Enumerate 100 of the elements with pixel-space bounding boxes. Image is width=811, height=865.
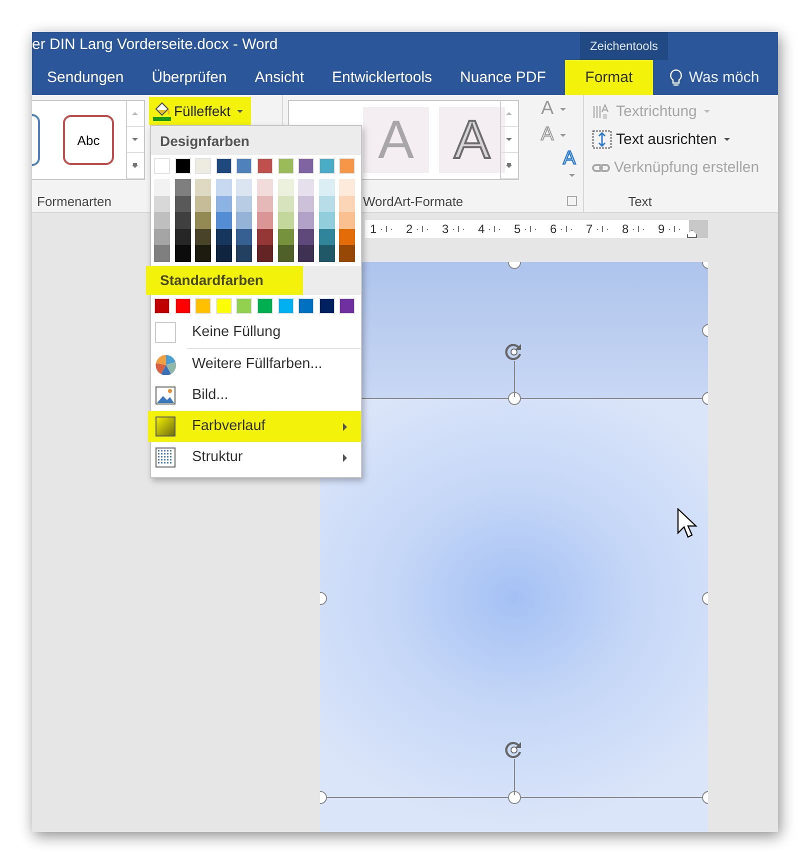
menu-item[interactable]: Keine Füllung <box>151 316 361 348</box>
color-swatch[interactable] <box>278 228 294 246</box>
rotate-handle-icon[interactable] <box>504 740 524 760</box>
color-swatch[interactable] <box>339 245 356 262</box>
color-swatch[interactable] <box>174 179 191 196</box>
color-swatch[interactable] <box>236 228 252 246</box>
color-swatch[interactable] <box>154 245 170 262</box>
color-swatch[interactable] <box>216 158 232 174</box>
rotate-handle-icon[interactable] <box>504 342 524 362</box>
color-swatch[interactable] <box>298 196 314 212</box>
color-swatch[interactable] <box>236 158 252 174</box>
color-swatch[interactable] <box>339 158 356 174</box>
ruler-number: 9 <box>658 222 665 236</box>
color-swatch[interactable] <box>318 245 335 262</box>
color-swatch[interactable] <box>339 228 356 246</box>
color-swatch[interactable] <box>236 212 252 229</box>
section-heading: Standardfarben <box>146 266 303 295</box>
ribbon-tab[interactable]: Entwicklertools <box>318 60 446 95</box>
color-swatch[interactable] <box>216 298 232 314</box>
color-swatch[interactable] <box>318 196 335 212</box>
color-swatch[interactable] <box>236 179 252 196</box>
tell-me-prompt[interactable]: Was möch <box>688 69 760 86</box>
ribbon-tab[interactable]: Überprüfen <box>138 60 241 95</box>
color-swatch[interactable] <box>339 179 356 196</box>
color-swatch[interactable] <box>318 158 335 174</box>
color-swatch[interactable] <box>154 228 170 246</box>
indent-marker-icon[interactable] <box>687 230 697 238</box>
link-icon <box>592 164 610 172</box>
color-swatch[interactable] <box>174 228 191 246</box>
window-title: er DIN Lang Vorderseite.docx - Word <box>32 36 278 52</box>
color-swatch[interactable] <box>236 245 252 262</box>
color-swatch[interactable] <box>278 196 294 212</box>
color-swatch[interactable] <box>216 179 232 196</box>
color-swatch[interactable] <box>195 179 212 196</box>
shape-fill-button[interactable]: Fülleffekt <box>149 97 251 125</box>
color-swatch[interactable] <box>339 212 356 229</box>
color-swatch[interactable] <box>278 212 294 229</box>
color-swatch[interactable] <box>298 245 314 262</box>
color-swatch[interactable] <box>318 228 335 246</box>
ruler-number: 6 <box>550 222 557 236</box>
color-swatch[interactable] <box>256 245 273 262</box>
ruler-number: 4 <box>478 222 485 236</box>
text-command-button[interactable]: Text ausrichten <box>592 127 730 152</box>
ribbon-tab[interactable]: Nuance PDF <box>446 60 560 95</box>
color-swatch[interactable] <box>278 179 294 196</box>
shape-style-sample[interactable] <box>32 114 40 166</box>
color-swatch[interactable] <box>278 298 294 314</box>
color-swatch[interactable] <box>174 158 191 174</box>
ribbon-tab[interactable]: Format <box>564 60 653 95</box>
menu-item[interactable]: Farbverlauf <box>148 410 361 442</box>
color-swatch[interactable] <box>174 245 191 262</box>
color-swatch[interactable] <box>298 298 314 314</box>
color-swatch[interactable] <box>174 212 191 229</box>
color-swatch[interactable] <box>195 212 212 229</box>
color-swatch[interactable] <box>339 298 356 314</box>
color-swatch[interactable] <box>256 158 273 174</box>
color-swatch[interactable] <box>195 245 212 262</box>
color-swatch[interactable] <box>298 212 314 229</box>
menu-item[interactable]: Struktur <box>151 442 361 473</box>
color-swatch[interactable] <box>174 196 191 212</box>
color-swatch[interactable] <box>154 212 170 229</box>
color-swatch[interactable] <box>236 298 252 314</box>
color-swatch[interactable] <box>236 196 252 212</box>
color-swatch[interactable] <box>216 245 232 262</box>
resize-handle[interactable] <box>508 392 521 405</box>
shape-style-sample[interactable]: Abc <box>63 115 114 165</box>
group-label: Formenarten <box>37 194 112 208</box>
color-swatch[interactable] <box>318 212 335 229</box>
ribbon-tab[interactable]: Sendungen <box>33 60 138 95</box>
color-swatch[interactable] <box>216 228 232 246</box>
menu-item[interactable]: Weitere Füllfarben... <box>151 348 361 380</box>
ribbon-tab[interactable]: Ansicht <box>240 60 318 95</box>
resize-handle[interactable] <box>508 791 521 804</box>
color-swatch[interactable] <box>256 228 273 246</box>
ruler-number: 2 <box>406 222 413 236</box>
color-swatch[interactable] <box>154 196 170 212</box>
color-swatch[interactable] <box>256 212 273 229</box>
color-swatch[interactable] <box>195 228 212 246</box>
color-swatch[interactable] <box>216 196 232 212</box>
color-swatch[interactable] <box>298 228 314 246</box>
color-swatch[interactable] <box>256 196 273 212</box>
color-swatch[interactable] <box>154 158 170 174</box>
menu-item[interactable]: Bild... <box>151 380 361 411</box>
color-swatch[interactable] <box>256 179 273 196</box>
color-swatch[interactable] <box>154 298 170 314</box>
color-swatch[interactable] <box>298 158 314 174</box>
color-swatch[interactable] <box>195 158 212 174</box>
color-swatch[interactable] <box>174 298 191 314</box>
color-swatch[interactable] <box>278 158 294 174</box>
color-swatch[interactable] <box>318 298 335 314</box>
color-swatch[interactable] <box>339 196 356 212</box>
color-swatch[interactable] <box>195 298 212 314</box>
color-swatch[interactable] <box>298 179 314 196</box>
color-swatch[interactable] <box>278 245 294 262</box>
dialog-launcher-icon[interactable] <box>567 196 577 206</box>
color-swatch[interactable] <box>154 179 170 196</box>
color-swatch[interactable] <box>216 212 232 229</box>
color-swatch[interactable] <box>256 298 273 314</box>
color-swatch[interactable] <box>318 179 335 196</box>
color-swatch[interactable] <box>195 196 212 212</box>
